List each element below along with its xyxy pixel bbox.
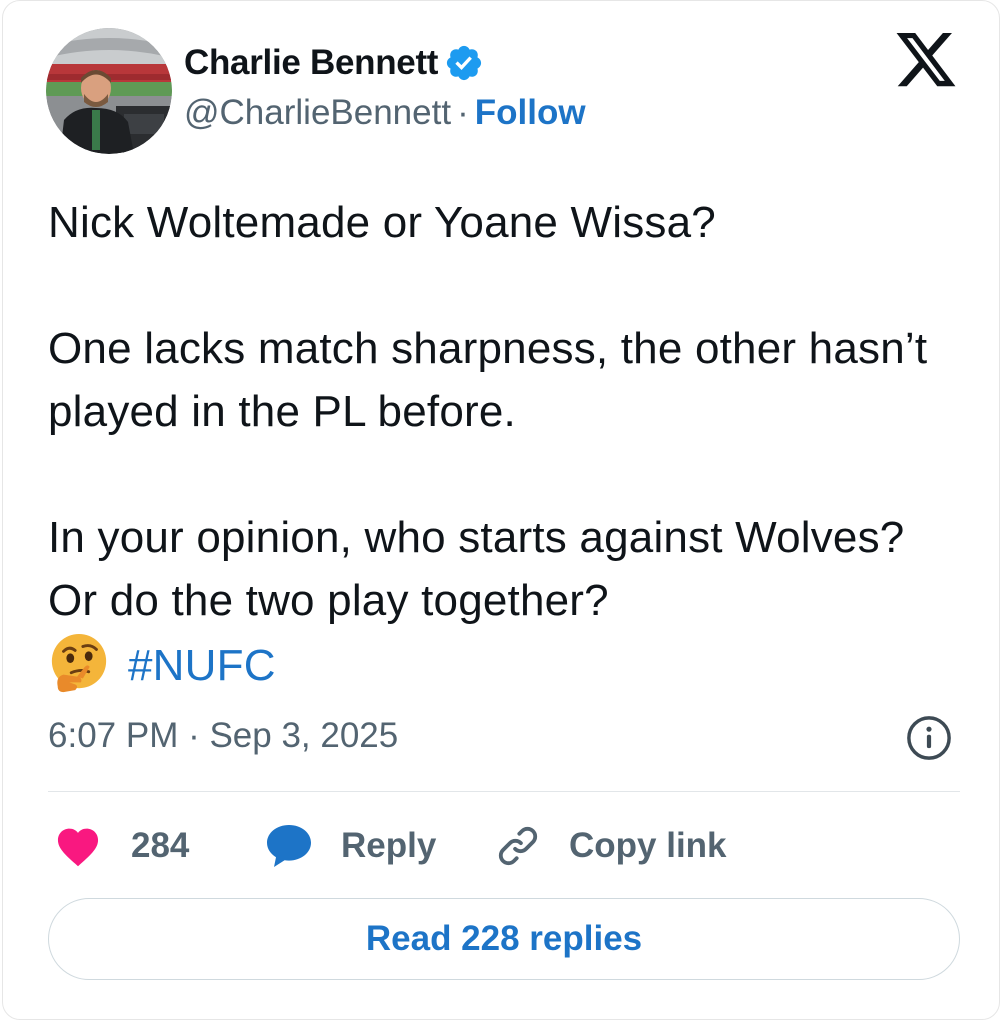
info-icon[interactable] [906,715,952,761]
tweet-paragraph: In your opinion, who starts against Wolv… [48,506,948,697]
author-block: Charlie Bennett @CharlieBennett · Follow [184,41,586,133]
tweet-body: Nick Woltemade or Yoane Wissa? One lacks… [48,191,948,697]
thinking-face-icon [51,633,107,693]
read-replies-button[interactable]: Read 228 replies [48,898,960,980]
tweet-card: Charlie Bennett @CharlieBennett · Follow… [2,0,1000,1020]
reply-label: Reply [341,826,437,865]
heart-icon [57,828,99,867]
verified-badge-icon [447,45,482,81]
copy-link-button[interactable]: Copy link [495,816,727,876]
like-count: 284 [131,826,190,865]
follow-button[interactable]: Follow [475,93,586,133]
speech-bubble-icon [267,825,311,867]
tweet-paragraph-text: In your opinion, who starts against Wolv… [48,513,905,625]
avatar[interactable] [46,28,172,154]
tweet-paragraph: One lacks match sharpness, the other has… [48,324,928,436]
tweet-paragraph: Nick Woltemade or Yoane Wissa? [48,198,716,247]
read-replies-label: Read 228 replies [365,919,643,958]
name-row: Charlie Bennett [184,41,586,85]
like-button[interactable]: 284 [55,816,189,876]
link-icon [498,826,538,866]
tweet-timestamp[interactable]: 6:07 PM · Sep 3, 2025 [48,716,398,756]
copy-link-label: Copy link [569,826,727,865]
avatar-photo [46,28,172,154]
author-handle[interactable]: @CharlieBennett [184,93,451,133]
hashtag-link[interactable]: #NUFC [128,641,276,690]
separator-dot: · [457,93,469,132]
action-bar: 284 Reply Copy link [3,816,999,876]
author-display-name[interactable]: Charlie Bennett [184,43,438,83]
x-logo-icon[interactable] [896,33,956,87]
handle-row: @CharlieBennett · Follow [184,93,586,133]
divider [48,791,960,792]
reply-button[interactable]: Reply [265,816,436,876]
